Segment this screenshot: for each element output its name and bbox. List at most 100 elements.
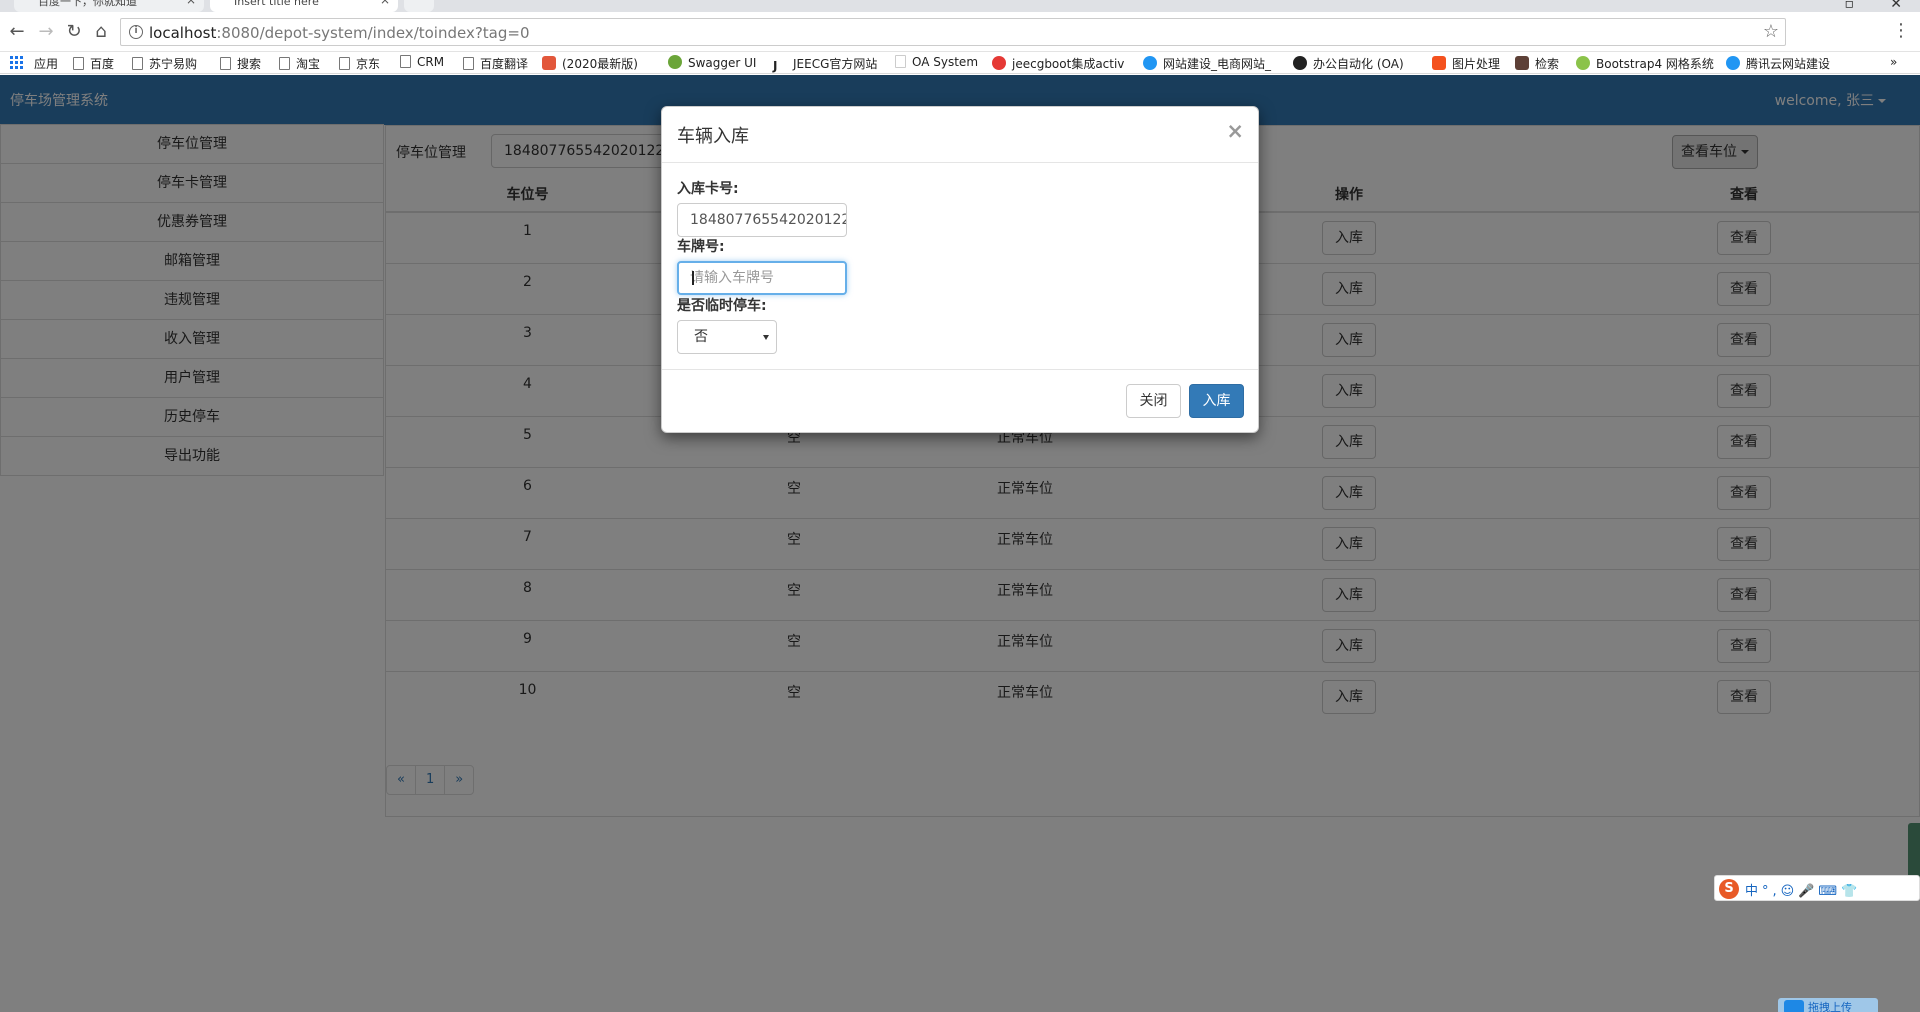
bookmarks-bar: 应用 百度 苏宁易购 搜索 淘宝 京东 CRM 百度翻译 (2020最新版) S…	[0, 52, 1920, 74]
info-icon[interactable]: i	[129, 25, 143, 39]
bookmark-label: 搜索	[237, 57, 262, 71]
bookmark-label: JEECG官方网站	[793, 57, 878, 71]
upload-icon	[1784, 1000, 1804, 1012]
selected-option: 否	[694, 329, 708, 345]
bookmark-label: 图片处理	[1452, 57, 1501, 71]
modal-title: 车辆入库	[677, 126, 749, 147]
bookmark-label: 百度	[90, 57, 115, 71]
browser-menu-icon[interactable]: ⋮	[1892, 20, 1910, 41]
address-bar-row: ← → ↻ ⌂ i localhost:8080/depot-system/in…	[0, 12, 1920, 52]
bookmark-item[interactable]: Swagger UI	[668, 55, 756, 70]
cloud-icon	[1726, 56, 1740, 70]
bookmark-label: 应用	[34, 57, 59, 71]
g-icon	[992, 56, 1006, 70]
bookmark-label: OA System	[912, 55, 979, 69]
bookmark-item[interactable]: 苏宁易购	[132, 55, 197, 72]
temporary-parking-label: 是否临时停车:	[677, 298, 767, 314]
bookmark-item[interactable]: 网站建设_电商网站_	[1143, 55, 1271, 72]
bookmark-label: 腾讯云网站建设	[1746, 57, 1831, 71]
ime-toolbar: S 中°,☺🎤⌨👕	[1714, 875, 1920, 901]
side-panel-handle[interactable]	[1908, 823, 1920, 878]
browser-tab-baidu[interactable]: 百度一下，你就知道 ×	[14, 0, 204, 12]
cloud-icon	[1143, 56, 1157, 70]
modal-footer: 关闭 入库	[662, 369, 1258, 433]
card-number-label: 入库卡号:	[677, 181, 739, 197]
bookmark-label: Swagger UI	[688, 56, 757, 70]
bookmark-label: Bootstrap4 网格系统	[1596, 57, 1714, 71]
search-icon	[1515, 56, 1529, 70]
bookmark-item[interactable]: 检索	[1515, 55, 1559, 72]
bookmark-item[interactable]: jeecgboot集成activ	[992, 55, 1124, 72]
page-icon	[279, 57, 290, 70]
page-icon	[339, 57, 350, 70]
url-input[interactable]: i localhost:8080/depot-system/index/toin…	[120, 18, 1786, 46]
apps-grid-icon[interactable]	[10, 56, 24, 70]
bookmark-label: CRM	[417, 55, 445, 69]
github-icon	[1293, 56, 1307, 70]
close-icon[interactable]: ×	[1226, 119, 1244, 143]
bookmark-star-icon[interactable]: ☆	[1763, 21, 1779, 42]
browser-tab-active[interactable]: Insert title here ×	[210, 0, 398, 12]
bookmark-label: 检索	[1535, 57, 1560, 71]
bookmark-label: 京东	[356, 57, 381, 71]
tab-title: Insert title here	[234, 0, 319, 8]
bookmark-item[interactable]: 淘宝	[279, 55, 320, 72]
text-caret	[692, 271, 694, 285]
page-icon	[73, 57, 84, 70]
page-icon	[895, 55, 906, 68]
plate-number-label: 车牌号:	[677, 239, 725, 255]
bookmark-label: (2020最新版)	[562, 57, 638, 71]
bookmarks-overflow-icon[interactable]: »	[1890, 55, 1897, 69]
bookmark-item[interactable]: CRM	[400, 55, 444, 69]
reload-icon[interactable]: ↻	[62, 20, 86, 44]
bookmark-item[interactable]: OA System	[895, 55, 978, 69]
dropdown-arrow-icon	[763, 335, 769, 340]
modal-header: 车辆入库 ×	[662, 107, 1258, 163]
j-icon: J	[773, 59, 787, 73]
bookmark-label: 办公自动化 (OA)	[1313, 57, 1404, 71]
bookmark-item[interactable]: 腾讯云网站建设	[1726, 55, 1830, 72]
tab-title: 百度一下，你就知道	[38, 0, 137, 8]
check-in-modal: 车辆入库 × 入库卡号: 1848077655420201222 车牌号: 请输…	[661, 106, 1259, 433]
bookmark-label: 百度翻译	[480, 57, 529, 71]
close-button[interactable]: 关闭	[1126, 384, 1181, 418]
bookmark-item[interactable]: 百度	[73, 55, 114, 72]
page-icon	[400, 55, 411, 68]
page-icon	[463, 57, 474, 70]
tab-close-icon[interactable]: ×	[186, 0, 196, 6]
forward-arrow-icon[interactable]: →	[34, 20, 58, 44]
bookmark-item[interactable]: Bootstrap4 网格系统	[1576, 55, 1714, 72]
browser-tabstrip: 百度一下，你就知道 × Insert title here × ▫ ✕	[0, 0, 1920, 12]
bookmark-item[interactable]: 百度翻译	[463, 55, 528, 72]
page-icon	[132, 57, 143, 70]
tab-close-icon[interactable]: ×	[380, 0, 390, 6]
bookmark-label: jeecgboot集成activ	[1012, 57, 1125, 71]
temporary-parking-select[interactable]: 否	[677, 320, 777, 354]
url-text: localhost:8080/depot-system/index/toinde…	[149, 24, 530, 42]
plate-number-field[interactable]: 请输入车牌号	[677, 261, 847, 295]
bookmark-item[interactable]: 京东	[339, 55, 380, 72]
home-icon[interactable]: ⌂	[89, 20, 113, 44]
bookmark-item[interactable]: (2020最新版)	[542, 55, 638, 72]
bookmark-item[interactable]: 办公自动化 (OA)	[1293, 55, 1404, 72]
sogou-logo-icon[interactable]: S	[1719, 879, 1739, 899]
url-host: localhost	[149, 24, 217, 42]
upload-widget[interactable]: 拖拽上传	[1778, 998, 1878, 1012]
new-tab-button[interactable]	[404, 0, 434, 12]
bookmark-item[interactable]: J JEECG官方网站	[773, 55, 877, 73]
bookmark-label: 网站建设_电商网站_	[1163, 57, 1272, 71]
swagger-icon	[668, 55, 682, 69]
window-close-icon[interactable]: ✕	[1890, 0, 1902, 12]
bookmark-item[interactable]: 搜索	[220, 55, 261, 72]
back-arrow-icon[interactable]: ←	[5, 20, 29, 44]
bookmark-apps[interactable]: 应用	[34, 55, 58, 72]
submit-check-in-button[interactable]: 入库	[1189, 384, 1244, 418]
bookmark-item[interactable]: 图片处理	[1432, 55, 1500, 72]
url-path: :8080/depot-system/index/toindex?tag=0	[216, 24, 530, 42]
window-restore-icon[interactable]: ▫	[1845, 0, 1855, 12]
card-number-field[interactable]: 1848077655420201222	[677, 203, 847, 237]
bookmark-label: 淘宝	[296, 57, 321, 71]
ime-controls[interactable]: 中°,☺🎤⌨👕	[1745, 880, 1861, 899]
image-icon	[1432, 56, 1446, 70]
c-icon	[542, 56, 556, 70]
